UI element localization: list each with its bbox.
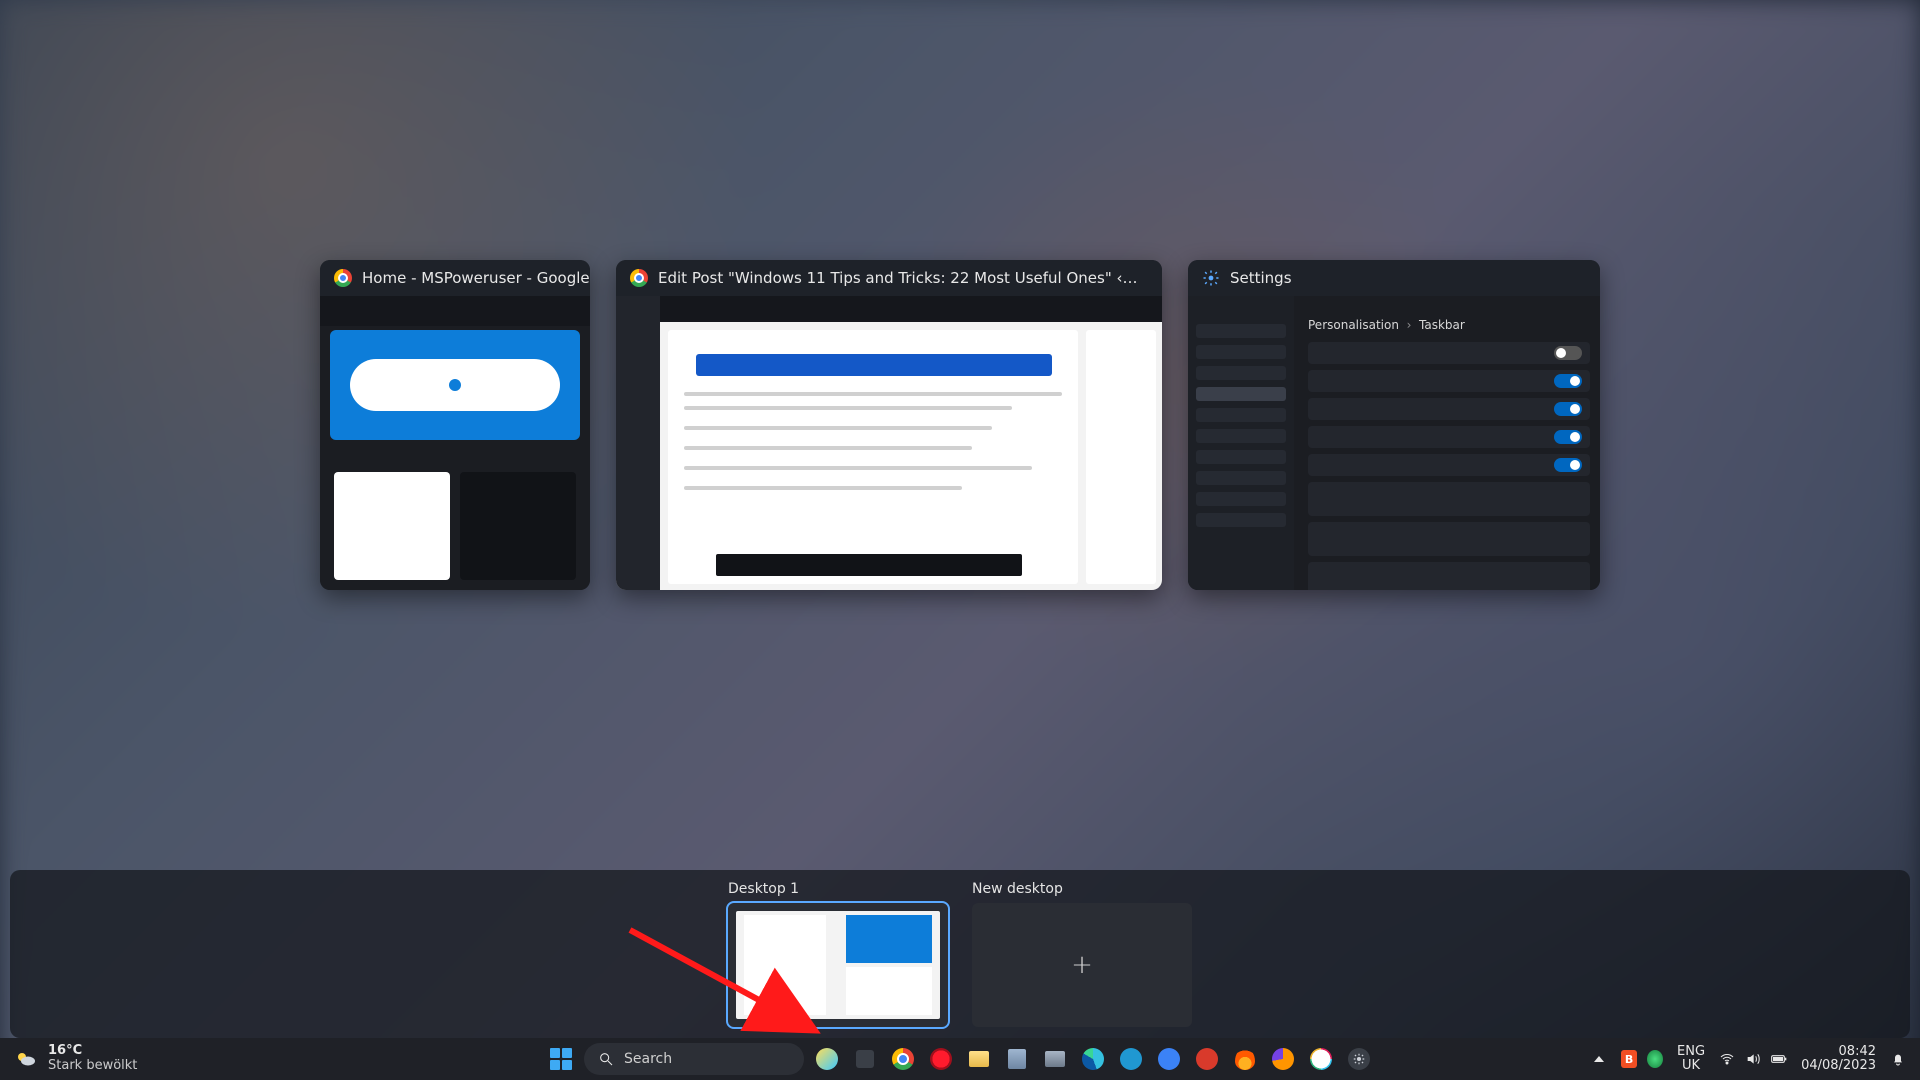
flame-icon (1235, 1048, 1255, 1070)
weather-widget[interactable]: 16°C Stark bewölkt (14, 1044, 137, 1074)
taskbar-app-edge[interactable] (1078, 1044, 1108, 1074)
virtual-desktops-strip: Desktop 1 New desktop + (10, 870, 1910, 1038)
folder-icon (969, 1051, 989, 1067)
copilot-icon (816, 1048, 838, 1070)
taskbar-app-generic1[interactable] (1040, 1044, 1070, 1074)
taskbar-app-firefox[interactable] (1268, 1044, 1298, 1074)
desktop-1-thumbnail[interactable] (728, 903, 948, 1027)
weather-temp: 16°C (48, 1044, 137, 1059)
window-preview (320, 296, 590, 590)
clock-time: 08:42 (1801, 1045, 1876, 1059)
app-icon (1045, 1051, 1065, 1067)
window-title: Home - MSPoweruser - Google Chrome (362, 269, 590, 287)
opera-icon (930, 1048, 952, 1070)
taskbar-app-settings[interactable] (1344, 1044, 1374, 1074)
window-preview (616, 296, 1162, 590)
window-title: Edit Post "Windows 11 Tips and Tricks: 2… (658, 269, 1138, 287)
tray-volume[interactable] (1745, 1051, 1761, 1067)
chrome-icon (630, 269, 648, 287)
chrome-icon (892, 1048, 914, 1070)
windows-logo-icon (550, 1048, 572, 1070)
clock-date: 04/08/2023 (1801, 1059, 1876, 1073)
taskbar-app-telegram[interactable] (1116, 1044, 1146, 1074)
battery-icon (1771, 1053, 1787, 1065)
tray-overflow[interactable] (1591, 1051, 1607, 1067)
new-desktop-label: New desktop (972, 881, 1192, 897)
desktop-label: Desktop 1 (728, 881, 948, 897)
taskbar-app-slack[interactable] (1306, 1044, 1336, 1074)
taskview-window-chrome-home[interactable]: Home - MSPoweruser - Google Chrome (320, 260, 590, 590)
taskbar-app-chrome[interactable] (888, 1044, 918, 1074)
taskview-icon (856, 1050, 874, 1068)
tray-battery[interactable] (1771, 1051, 1787, 1067)
tray-app-brave[interactable]: B (1621, 1051, 1637, 1067)
notifications-button[interactable] (1890, 1051, 1906, 1067)
chrome-icon (334, 269, 352, 287)
brave-icon: B (1621, 1050, 1637, 1068)
slack-icon (1310, 1048, 1332, 1070)
taskbar-app-calculator[interactable] (1002, 1044, 1032, 1074)
taskbar-search[interactable]: Search (584, 1043, 804, 1075)
taskbar-app-copilot[interactable] (812, 1044, 842, 1074)
record-icon (1196, 1048, 1218, 1070)
task-view-windows: Home - MSPoweruser - Google Chrome Edit … (320, 260, 1600, 590)
taskbar-app-chat[interactable] (1154, 1044, 1184, 1074)
status-icon (1647, 1050, 1663, 1068)
window-preview: Personalisation › Taskbar (1188, 296, 1600, 590)
chat-icon (1158, 1048, 1180, 1070)
taskbar: 16°C Stark bewölkt Search (0, 1038, 1920, 1080)
chevron-up-icon (1594, 1056, 1604, 1062)
tray-app-green[interactable] (1647, 1051, 1663, 1067)
taskbar-app-taskview[interactable] (850, 1044, 880, 1074)
calculator-icon (1008, 1049, 1026, 1069)
bell-icon (1890, 1051, 1906, 1067)
tray-wifi[interactable] (1719, 1051, 1735, 1067)
settings-breadcrumb: Personalisation › Taskbar (1308, 318, 1465, 332)
gear-icon (1348, 1048, 1370, 1070)
wifi-icon (1719, 1051, 1735, 1067)
start-button[interactable] (546, 1044, 576, 1074)
plus-icon: + (972, 903, 1192, 1027)
weather-desc: Stark bewölkt (48, 1059, 137, 1074)
speaker-icon (1745, 1051, 1761, 1067)
taskview-window-chrome-editpost[interactable]: Edit Post "Windows 11 Tips and Tricks: 2… (616, 260, 1162, 590)
language-indicator[interactable]: ENG UK (1677, 1045, 1705, 1074)
gear-icon (1202, 269, 1220, 287)
system-tray: B ENG UK 08:42 04/08/2023 (1591, 1045, 1906, 1074)
taskbar-app-opera[interactable] (926, 1044, 956, 1074)
window-title: Settings (1230, 269, 1292, 287)
taskbar-app-record[interactable] (1192, 1044, 1222, 1074)
taskbar-app-explorer[interactable] (964, 1044, 994, 1074)
weather-icon (14, 1047, 38, 1071)
telegram-icon (1120, 1048, 1142, 1070)
taskbar-clock[interactable]: 08:42 04/08/2023 (1801, 1045, 1876, 1074)
taskbar-app-flame[interactable] (1230, 1044, 1260, 1074)
search-icon (598, 1051, 614, 1067)
new-desktop-button[interactable]: + (972, 903, 1192, 1027)
firefox-icon (1272, 1048, 1294, 1070)
search-placeholder: Search (624, 1051, 672, 1067)
taskview-window-settings[interactable]: Settings Personalisation › Taskbar (1188, 260, 1600, 590)
edge-icon (1082, 1048, 1104, 1070)
taskbar-center: Search (546, 1043, 1374, 1075)
